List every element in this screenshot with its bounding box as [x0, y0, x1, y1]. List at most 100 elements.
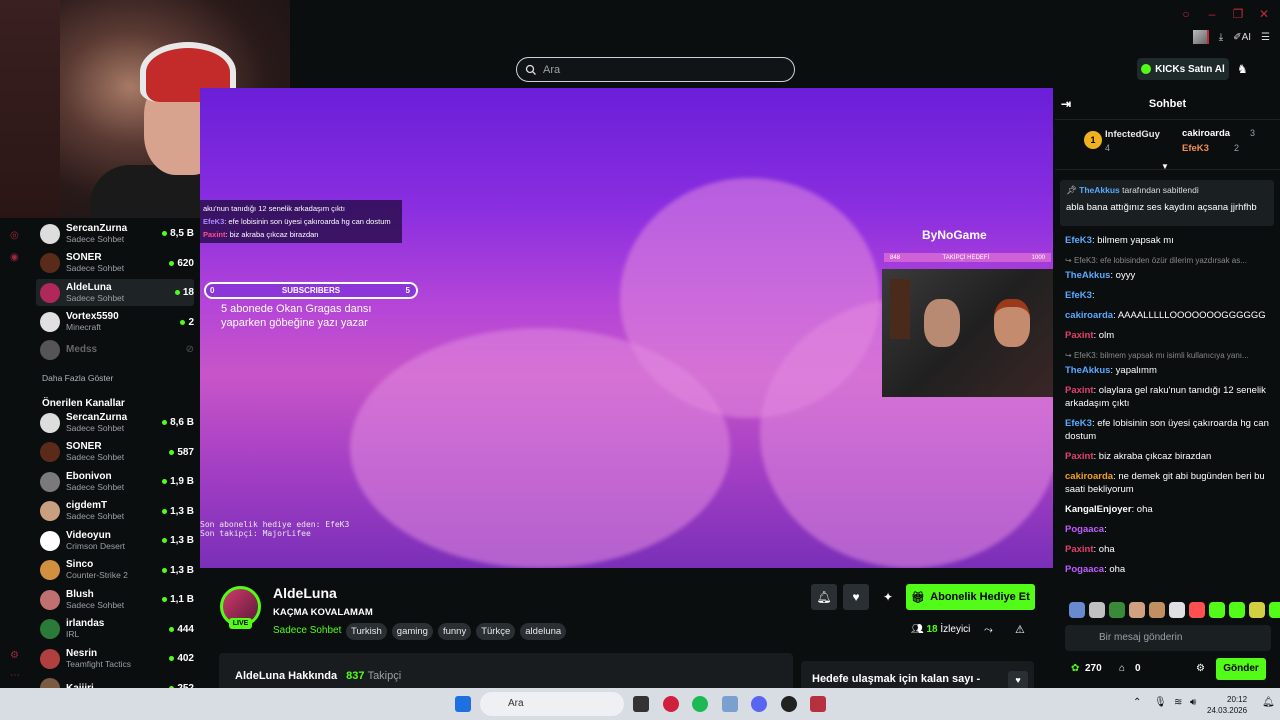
stream-category[interactable]: Sadece Sohbet — [273, 625, 341, 636]
chat-username[interactable]: cakiroarda — [1065, 471, 1113, 482]
heart-icon[interactable]: ♥ — [1008, 671, 1028, 689]
emote[interactable] — [1269, 602, 1280, 618]
gifts-value[interactable]: 0 — [1135, 663, 1141, 674]
channel-text: Blush Sadece Sohbet — [66, 589, 162, 611]
discord-icon[interactable] — [751, 696, 767, 712]
browse-icon[interactable]: ◉ — [10, 252, 22, 264]
sidebar-channel[interactable]: Blush Sadece Sohbet 1,1 B — [36, 586, 194, 613]
share-icon[interactable]: ⤳ — [984, 624, 993, 637]
taskbar-search[interactable]: Ara — [480, 692, 624, 716]
chat-username[interactable]: Paxint — [1065, 330, 1094, 341]
tag[interactable]: gaming — [391, 623, 433, 640]
restore-icon[interactable]: ❐ — [1232, 8, 1244, 20]
emote[interactable] — [1169, 602, 1185, 618]
sidebar-channel[interactable]: SercanZurna Sadece Sohbet 8,5 B — [36, 220, 194, 247]
emote[interactable] — [1149, 602, 1165, 618]
kicks-buy-button[interactable]: KICKs Satın Al — [1137, 58, 1229, 80]
sidebar-channel[interactable]: irlandas IRL 444 — [36, 616, 194, 643]
collapse-chat-icon[interactable]: ⇥ — [1061, 88, 1071, 120]
app-icon[interactable] — [722, 696, 738, 712]
chat-username[interactable]: Pogaaca — [1065, 524, 1104, 535]
menu-icon[interactable]: ☰ — [1261, 32, 1270, 43]
tag[interactable]: aldeluna — [520, 623, 567, 640]
search-input[interactable]: Ara — [516, 57, 795, 82]
tray-chevron-icon[interactable]: ⌃ — [1133, 697, 1141, 708]
download-icon[interactable]: ⤓ — [1219, 32, 1223, 43]
chat-username[interactable]: Paxint — [1065, 451, 1094, 462]
following-icon[interactable]: ◎ — [10, 230, 22, 242]
sidebar-channel[interactable]: cigdemT Sadece Sohbet 1,3 B — [36, 498, 194, 525]
close-icon[interactable]: ✕ — [1258, 8, 1270, 20]
sidebar-channel[interactable]: SercanZurna Sadece Sohbet 8,6 B — [36, 409, 194, 436]
follow-button[interactable]: ♥ — [843, 584, 869, 610]
game-icon[interactable] — [810, 696, 826, 712]
chat-username[interactable]: EfeK3 — [1065, 235, 1092, 246]
chat-username[interactable]: Paxint — [1065, 385, 1094, 396]
windows-start-icon[interactable] — [455, 696, 471, 712]
report-icon[interactable]: ⚠ — [1015, 623, 1025, 636]
notification-bell-button[interactable]: 🔔︎ — [811, 584, 837, 610]
channel-text: cigdemT Sadece Sohbet — [66, 500, 162, 522]
chat-username[interactable]: TheAkkus — [1065, 365, 1110, 376]
viewer-count: 1,3 B — [162, 506, 194, 517]
profile-thumbnail[interactable] — [1192, 30, 1209, 44]
sidebar-channel[interactable]: Videoyun Crimson Desert 1,3 B — [36, 527, 194, 554]
chat-username[interactable]: Pogaaca — [1065, 564, 1104, 575]
minimize-icon[interactable]: – — [1206, 8, 1218, 20]
emote[interactable] — [1129, 602, 1145, 618]
app-icon[interactable] — [781, 696, 797, 712]
sidebar-channel[interactable]: SONER Sadece Sohbet 620 — [36, 250, 194, 277]
send-button[interactable]: Gönder — [1216, 658, 1266, 680]
search-icon[interactable]: ○ — [1180, 8, 1192, 20]
points-value[interactable]: 270 — [1085, 663, 1102, 674]
emote[interactable] — [1209, 602, 1225, 618]
video-player[interactable]: aku'nun tanıdığı 12 senelik arkadaşım çı… — [200, 88, 1053, 568]
wifi-icon[interactable]: ≋ — [1174, 697, 1182, 708]
chat-username[interactable]: cakiroarda — [1065, 310, 1113, 321]
user-icon[interactable]: ♞ — [1237, 62, 1249, 76]
sidebar-channel[interactable]: Sinco Counter-Strike 2 1,3 B — [36, 557, 194, 584]
mic-icon[interactable]: 🎙︎ — [1154, 697, 1167, 708]
leader-name[interactable]: cakiroarda — [1182, 128, 1230, 139]
expand-icon[interactable]: ▼ — [1161, 162, 1169, 171]
tag[interactable]: funny — [437, 623, 472, 640]
ai-button[interactable]: ✐AI — [1233, 32, 1251, 43]
task-view-icon[interactable] — [633, 696, 649, 712]
chat-username[interactable]: Paxint — [1065, 544, 1094, 555]
chat-username[interactable]: EfeK3 — [1065, 418, 1092, 429]
sidebar-channel[interactable]: Vortex5590 Minecraft 2 — [36, 309, 194, 336]
sidebar-channel[interactable]: Nesrin Teamfight Tactics 402 — [36, 645, 194, 672]
notification-icon[interactable]: 🔔︎ — [1262, 697, 1275, 708]
emote[interactable] — [1109, 602, 1125, 618]
tag[interactable]: Turkish — [346, 623, 387, 640]
gift-sub-button[interactable]: 🎁︎ Abonelik Hediye Et — [906, 584, 1035, 610]
emote[interactable] — [1069, 602, 1085, 618]
chat-username[interactable]: KangalEnjoyer — [1065, 504, 1132, 515]
volume-icon[interactable]: 🔊︎ — [1190, 697, 1196, 708]
sidebar-channel[interactable]: AldeLuna Sadece Sohbet 18 — [36, 279, 194, 306]
more-icon[interactable]: ⋯ — [10, 670, 22, 682]
leader-name[interactable]: InfectedGuy — [1105, 129, 1160, 140]
emote[interactable] — [1229, 602, 1245, 618]
chat-username[interactable]: EfeK3 — [1065, 290, 1092, 301]
pinned-message[interactable]: 📌︎ TheAkkus tarafından sabitlendi abla b… — [1060, 180, 1274, 226]
tag[interactable]: Türkçe — [476, 623, 516, 640]
settings-icon[interactable]: ⚙ — [10, 650, 22, 662]
spotify-icon[interactable] — [692, 696, 708, 712]
show-more-link[interactable]: Daha Fazla Göster — [42, 373, 113, 383]
emote[interactable] — [1189, 602, 1205, 618]
emote[interactable] — [1249, 602, 1265, 618]
emote[interactable] — [1089, 602, 1105, 618]
opera-icon[interactable] — [663, 696, 679, 712]
chat-settings-icon[interactable]: ⚙ — [1196, 663, 1205, 674]
sidebar-channel-offline[interactable]: Medss ⊘ — [36, 336, 194, 363]
chat-input[interactable]: Bir mesaj gönderin — [1065, 625, 1271, 651]
clock[interactable]: 20:12 24.03.2026 — [1207, 694, 1247, 716]
sidebar-channel[interactable]: SONER Sadece Sohbet 587 — [36, 439, 194, 466]
channel-name[interactable]: AldeLuna — [273, 585, 337, 601]
reply-text: EfeK3: bilmem yapsak mı isimli kullanıcı… — [1073, 351, 1249, 360]
leader-name[interactable]: EfeK3 — [1182, 143, 1209, 154]
chat-username[interactable]: TheAkkus — [1065, 270, 1110, 281]
sidebar-channel[interactable]: Ebonivon Sadece Sohbet 1,9 B — [36, 468, 194, 495]
sparkle-button[interactable]: ✦ — [875, 584, 901, 610]
